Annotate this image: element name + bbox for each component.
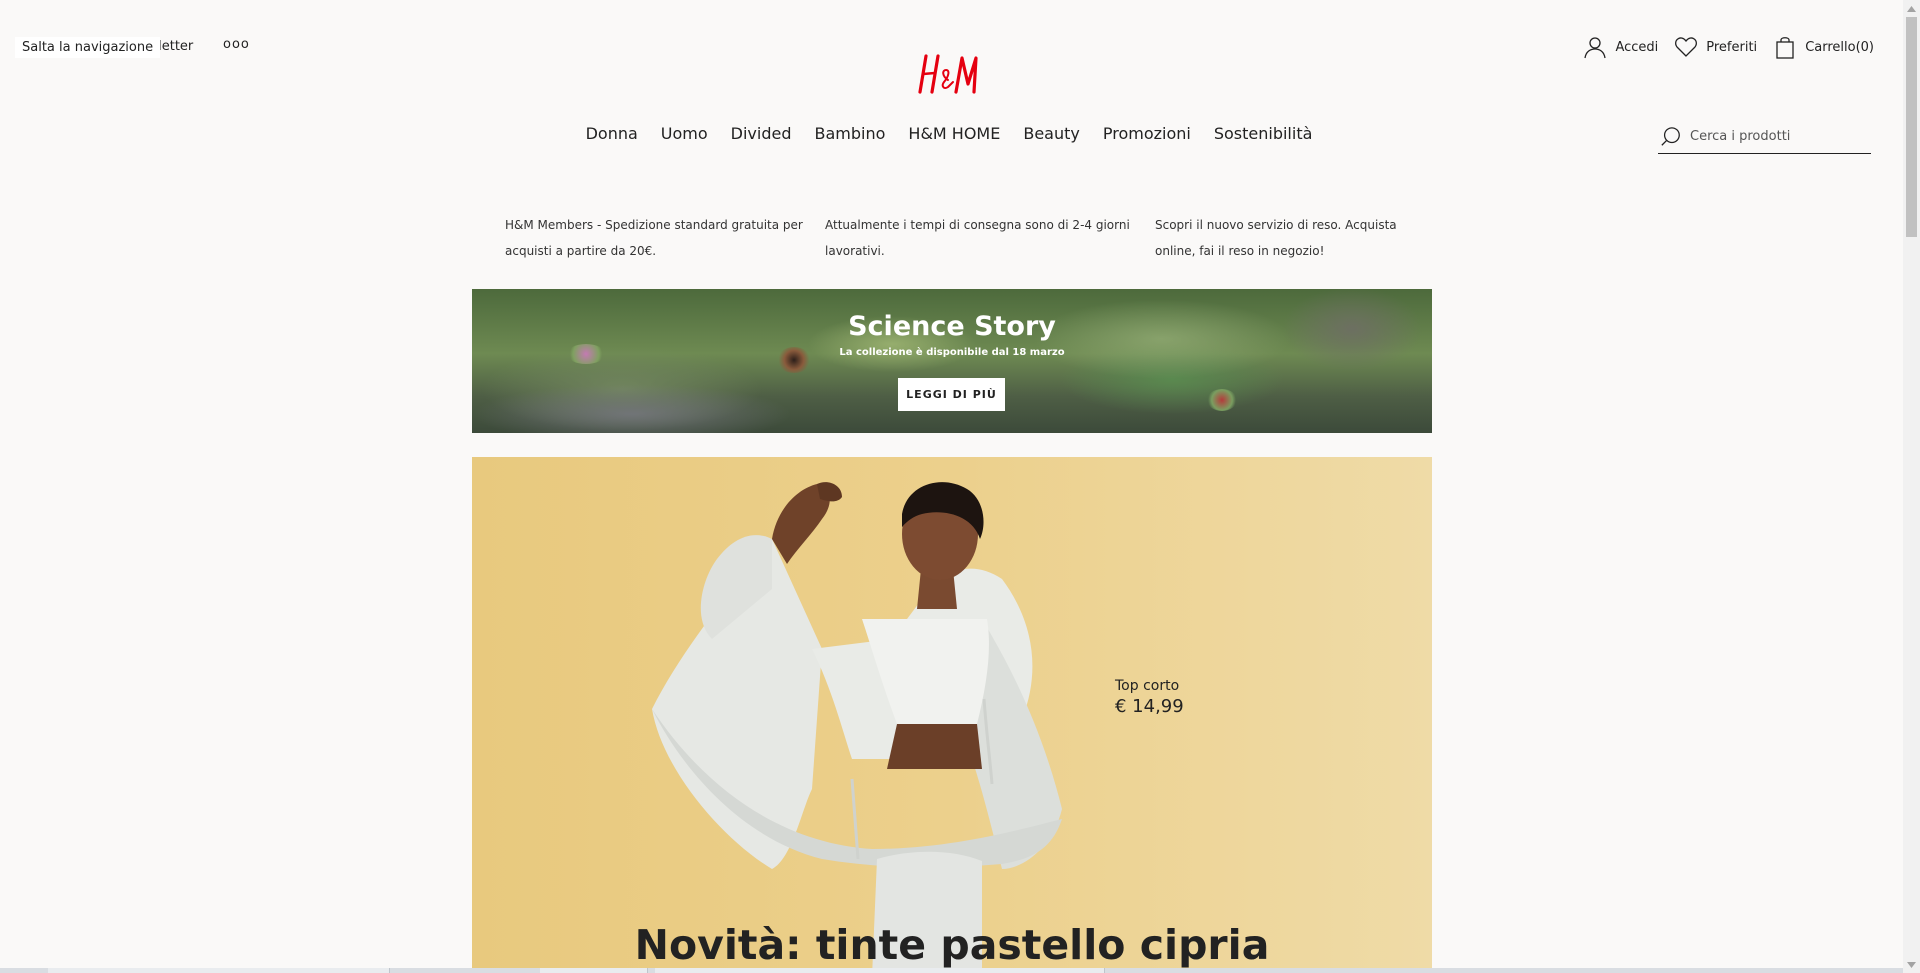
cart-label: Carrello(0) xyxy=(1805,39,1874,55)
taskbar-segment xyxy=(655,968,1105,973)
favorites-link[interactable]: Preferiti xyxy=(1674,35,1757,59)
science-story-banner[interactable]: Science Story La collezione è disponibil… xyxy=(472,289,1432,433)
user-icon xyxy=(1584,37,1607,59)
hero-headline: Novità: tinte pastello cipria xyxy=(634,921,1270,969)
favorites-label: Preferiti xyxy=(1706,39,1758,55)
nav-item-sostenibilita[interactable]: Sostenibilità xyxy=(1214,124,1313,143)
nav-item-donna[interactable]: Donna xyxy=(586,124,638,143)
scroll-up-arrow-icon[interactable] xyxy=(1903,0,1920,17)
hm-logo[interactable] xyxy=(916,50,986,98)
nav-item-bambino[interactable]: Bambino xyxy=(815,124,886,143)
cart-link[interactable]: Carrello(0) xyxy=(1773,35,1874,59)
product-price: € 14,99 xyxy=(1115,696,1184,717)
banner-title: Science Story xyxy=(848,311,1056,342)
login-link[interactable]: Accedi xyxy=(1583,35,1658,59)
nav-item-divided[interactable]: Divided xyxy=(731,124,792,143)
banner-texture xyxy=(472,384,792,433)
taskbar-segment xyxy=(540,968,648,973)
nav-item-beauty[interactable]: Beauty xyxy=(1023,124,1080,143)
main-navigation: Donna Uomo Divided Bambino H&M HOME Beau… xyxy=(0,124,1920,143)
page-scrollbar[interactable] xyxy=(1903,0,1920,973)
returns-info[interactable]: Scopri il nuovo servizio di reso. Acquis… xyxy=(1155,212,1405,264)
search-icon[interactable] xyxy=(1660,126,1682,148)
delivery-time-info[interactable]: Attualmente i tempi di consegna sono di … xyxy=(825,212,1155,264)
shopping-bag-icon xyxy=(1776,37,1794,59)
banner-texture xyxy=(1207,389,1237,411)
search-bar xyxy=(1658,120,1871,154)
taskbar-strip xyxy=(0,968,1903,973)
model-photo xyxy=(652,482,1062,973)
product-name: Top corto xyxy=(1115,678,1180,694)
info-messages: H&M Members - Spedizione standard gratui… xyxy=(505,212,1435,264)
hero-banner[interactable]: Top corto € 14,99 Novità: tinte pastello… xyxy=(472,457,1432,973)
scroll-down-arrow-icon[interactable] xyxy=(1903,956,1920,973)
heart-icon xyxy=(1675,37,1698,57)
hm-logo-icon xyxy=(918,54,978,94)
product-price-tag[interactable]: Top corto € 14,99 xyxy=(1115,678,1184,717)
login-label: Accedi xyxy=(1615,39,1659,55)
search-input[interactable] xyxy=(1690,129,1860,144)
more-menu-button[interactable]: ooo xyxy=(223,37,250,52)
nav-item-uomo[interactable]: Uomo xyxy=(661,124,708,143)
members-shipping-info[interactable]: H&M Members - Spedizione standard gratui… xyxy=(505,212,825,264)
account-actions: Accedi Preferiti Carrello(0) xyxy=(1583,35,1874,59)
banner-subtitle: La collezione è disponibile dal 18 marzo xyxy=(839,347,1065,358)
nav-item-hm-home[interactable]: H&M HOME xyxy=(908,124,1000,143)
nav-item-promozioni[interactable]: Promozioni xyxy=(1103,124,1191,143)
top-left-links: Salta la navigazione Newsletter ooo xyxy=(15,36,249,58)
read-more-button[interactable]: LEGGI DI PIÙ xyxy=(898,378,1005,411)
taskbar-segment xyxy=(48,968,390,973)
skip-navigation-link[interactable]: Salta la navigazione xyxy=(15,36,161,58)
scrollbar-thumb[interactable] xyxy=(1906,17,1917,237)
